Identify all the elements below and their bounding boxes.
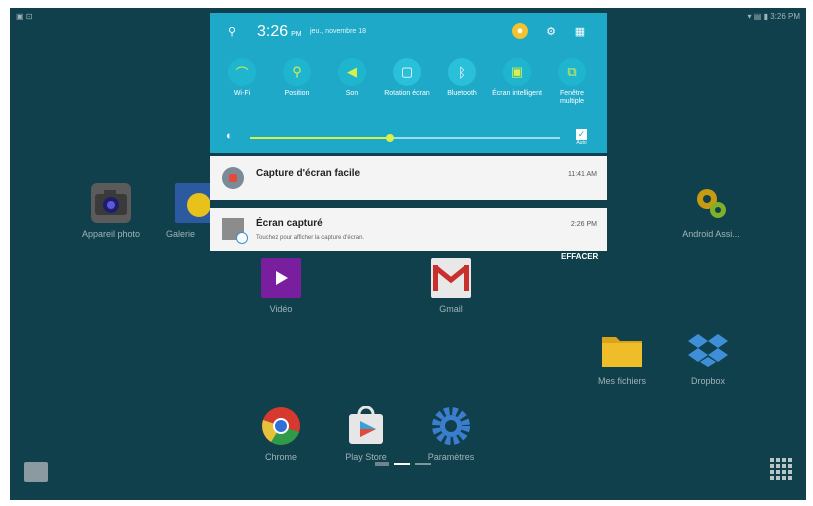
android-assistant-icon xyxy=(691,183,731,223)
sfinder-icon[interactable]: ● xyxy=(512,23,528,39)
video-icon xyxy=(261,258,301,298)
toggle-location[interactable]: ⚲ Position xyxy=(272,58,322,98)
app-dropbox[interactable]: Dropbox xyxy=(662,330,754,386)
auto-brightness-checkbox[interactable]: ✓ Auto xyxy=(576,129,587,146)
search-icon[interactable]: ⚲ xyxy=(224,23,240,39)
notification-screen-captured[interactable]: Écran capturé Touchez pour afficher la c… xyxy=(210,208,607,251)
notification-icons: ▣ ⊡ xyxy=(16,12,33,21)
toggle-smart-screen[interactable]: ▣ Écran intelligent xyxy=(492,58,542,98)
toggle-bluetooth[interactable]: ᛒ Bluetooth xyxy=(437,58,487,98)
brightness-slider-knob[interactable] xyxy=(385,134,394,142)
app-play-store[interactable]: Play Store xyxy=(320,406,412,462)
toggle-wifi[interactable]: ⌒ Wi-Fi xyxy=(217,58,267,98)
brightness-slider[interactable] xyxy=(250,134,560,142)
wifi-icon: ⌒ xyxy=(228,58,256,86)
camera-icon xyxy=(91,183,131,223)
apps-grid-icon[interactable] xyxy=(770,458,792,480)
qs-date: jeu., novembre 18 xyxy=(310,28,367,35)
app-video[interactable]: Vidéo xyxy=(235,258,327,314)
smart-screen-icon: ▣ xyxy=(503,58,531,86)
app-settings[interactable]: Paramètres xyxy=(405,406,497,462)
qs-ampm: PM xyxy=(291,31,302,38)
toggle-sound[interactable]: ◀ Son xyxy=(327,58,377,98)
app-chrome[interactable]: Chrome xyxy=(235,406,327,462)
screen-capture-app-icon xyxy=(222,167,244,189)
gmail-icon xyxy=(431,258,471,298)
app-android-assistant[interactable]: Android Assi... xyxy=(665,183,757,239)
app-gmail[interactable]: Gmail xyxy=(405,258,497,314)
page-indicator xyxy=(375,462,431,466)
settings-icon xyxy=(431,406,471,446)
play-store-icon xyxy=(346,406,386,446)
bluetooth-icon: ᛒ xyxy=(448,58,476,86)
page-dot-2-active xyxy=(394,463,410,465)
qs-time: 3:26 xyxy=(257,23,289,40)
chrome-icon xyxy=(261,406,301,446)
quick-settings-panel: ⚲ 3:26 PM jeu., novembre 18 ● ⚙ ▦ ⌒ Wi-Fi… xyxy=(210,13,607,153)
toggle-multi-window[interactable]: ⧉ Fenêtre multiple xyxy=(547,58,597,106)
notification-screen-capture-app[interactable]: Capture d'écran facile 11:41 AM xyxy=(210,156,607,200)
sound-icon: ◀ xyxy=(338,58,366,86)
location-icon: ⚲ xyxy=(283,58,311,86)
status-time: 3:26 PM xyxy=(770,12,800,21)
signal-icon: ▾ ▤ ▮ xyxy=(747,12,771,21)
folder-shortcut-icon[interactable] xyxy=(24,462,48,482)
page-dot-1 xyxy=(375,462,389,466)
edit-grid-icon[interactable]: ▦ xyxy=(572,23,588,39)
app-camera[interactable]: Appareil photo xyxy=(65,183,157,239)
gallery-icon xyxy=(175,183,210,223)
app-my-files[interactable]: Mes fichiers xyxy=(576,330,668,386)
multi-window-icon: ⧉ xyxy=(558,58,586,86)
folder-icon xyxy=(602,330,642,370)
notification-shade: ⚲ 3:26 PM jeu., novembre 18 ● ⚙ ▦ ⌒ Wi-Fi… xyxy=(210,13,607,251)
checkbox-checked-icon: ✓ xyxy=(576,129,587,140)
home-screen: ▣ ⊡ ▾ ▤ ▮ 3:26 PM Appareil photo Galerie… xyxy=(10,8,806,500)
dropbox-icon xyxy=(688,330,728,370)
app-gallery[interactable]: Galerie xyxy=(150,183,210,239)
brightness-slider-fill xyxy=(250,137,390,139)
brightness-icon: ◐ xyxy=(226,130,233,142)
gear-icon[interactable]: ⚙ xyxy=(543,23,559,39)
rotation-icon: ▢ xyxy=(393,58,421,86)
toggle-rotation[interactable]: ▢ Rotation écran xyxy=(382,58,432,98)
bottom-bar xyxy=(10,458,806,500)
share-badge-icon xyxy=(236,232,248,244)
page-dot-3 xyxy=(415,463,431,465)
screenshot-thumbnail-icon xyxy=(222,218,248,244)
clear-notifications-button[interactable]: EFFACER xyxy=(561,252,598,261)
